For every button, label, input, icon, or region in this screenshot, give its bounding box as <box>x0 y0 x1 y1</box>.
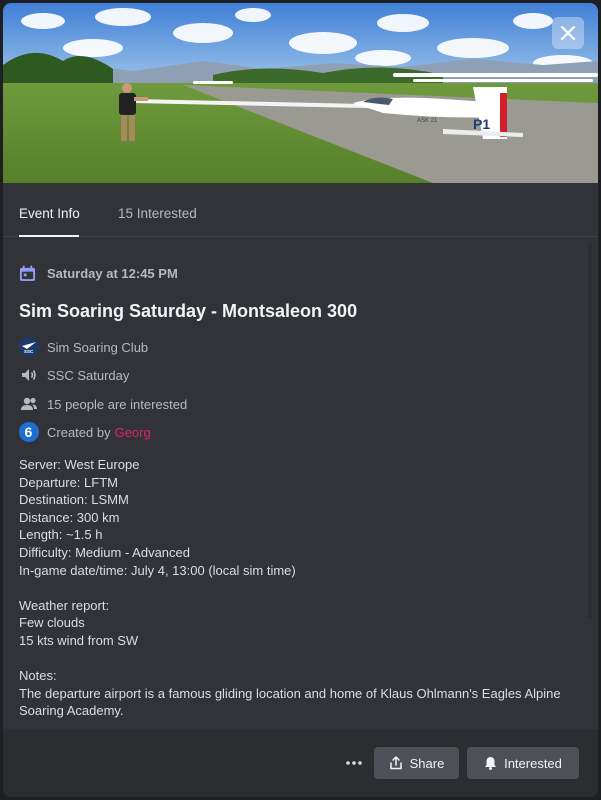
description-line: Server: West Europe <box>19 457 140 472</box>
share-icon <box>389 756 402 770</box>
tab-bar: Event Info 15 Interested <box>3 183 598 237</box>
description-line: Notes: <box>19 668 57 684</box>
content-scrollbar[interactable] <box>588 243 592 618</box>
interested-button[interactable]: Interested <box>467 747 579 779</box>
close-icon <box>560 25 576 41</box>
server-name: Sim Soaring Club <box>47 339 149 355</box>
bell-icon <box>485 757 497 770</box>
tab-interested[interactable]: 15 Interested <box>118 206 197 221</box>
speaker-icon <box>19 365 39 385</box>
event-date: Saturday at 12:45 PM <box>19 263 178 283</box>
calendar-icon <box>19 264 36 281</box>
interested-label: Interested <box>504 755 562 771</box>
tab-event-info[interactable]: Event Info <box>19 206 80 221</box>
modal-footer: Share Interested <box>3 729 598 797</box>
description-line: 15 kts wind from SW <box>19 632 139 648</box>
description-line: Distance: 300 km <box>19 509 120 525</box>
more-button[interactable] <box>343 752 365 774</box>
event-description: Server: West Europe Departure: LFTM Destin… <box>19 456 589 720</box>
interested-count: 15 people are interested <box>47 396 188 412</box>
share-label: Share <box>409 755 445 771</box>
people-icon <box>19 394 39 414</box>
created-by-label: Created by <box>47 424 111 440</box>
event-title: Sim Soaring Saturday - Montsaleon 300 <box>19 301 358 321</box>
server-row[interactable]: SSC Sim Soaring Club <box>19 337 148 357</box>
description-line: Few clouds <box>19 615 85 631</box>
channel-row[interactable]: SSC Saturday <box>19 365 129 385</box>
creator-avatar[interactable]: 6 <box>19 422 39 442</box>
description-line: In-game date/time: July 4, 13:00 (local … <box>19 562 296 578</box>
event-modal: P1 ASK 21 Event Info 15 Interested Satur… <box>3 3 598 797</box>
creator-row: 6 Created by Georg <box>19 422 151 442</box>
description-line: Length: ~1.5 h <box>19 527 103 543</box>
event-details: Saturday at 12:45 PM Sim Soaring Saturda… <box>19 237 589 729</box>
creator-name[interactable]: Georg <box>115 425 151 440</box>
interested-row: 15 people are interested <box>19 394 187 414</box>
description-line: Destination: LSMM <box>19 492 129 508</box>
description-line: Soaring Academy. <box>19 703 124 719</box>
share-button[interactable]: Share <box>374 747 459 779</box>
more-icon <box>346 761 362 765</box>
description-line: Weather report: <box>19 597 110 613</box>
svg-text:6: 6 <box>25 424 33 440</box>
event-date-text: Saturday at 12:45 PM <box>47 265 178 281</box>
server-icon: SSC <box>19 337 39 357</box>
description-line: Difficulty: Medium - Advanced <box>19 544 190 560</box>
description-line: The departure airport is a famous glidin… <box>19 685 561 701</box>
svg-text:ASK 21: ASK 21 <box>417 118 438 124</box>
channel-name: SSC Saturday <box>47 367 130 383</box>
close-button[interactable] <box>552 17 584 49</box>
description-line: Departure: LFTM <box>19 474 118 490</box>
svg-text:P1: P1 <box>473 116 490 132</box>
event-banner-image: P1 ASK 21 <box>3 3 598 183</box>
svg-text:SSC: SSC <box>24 349 34 354</box>
